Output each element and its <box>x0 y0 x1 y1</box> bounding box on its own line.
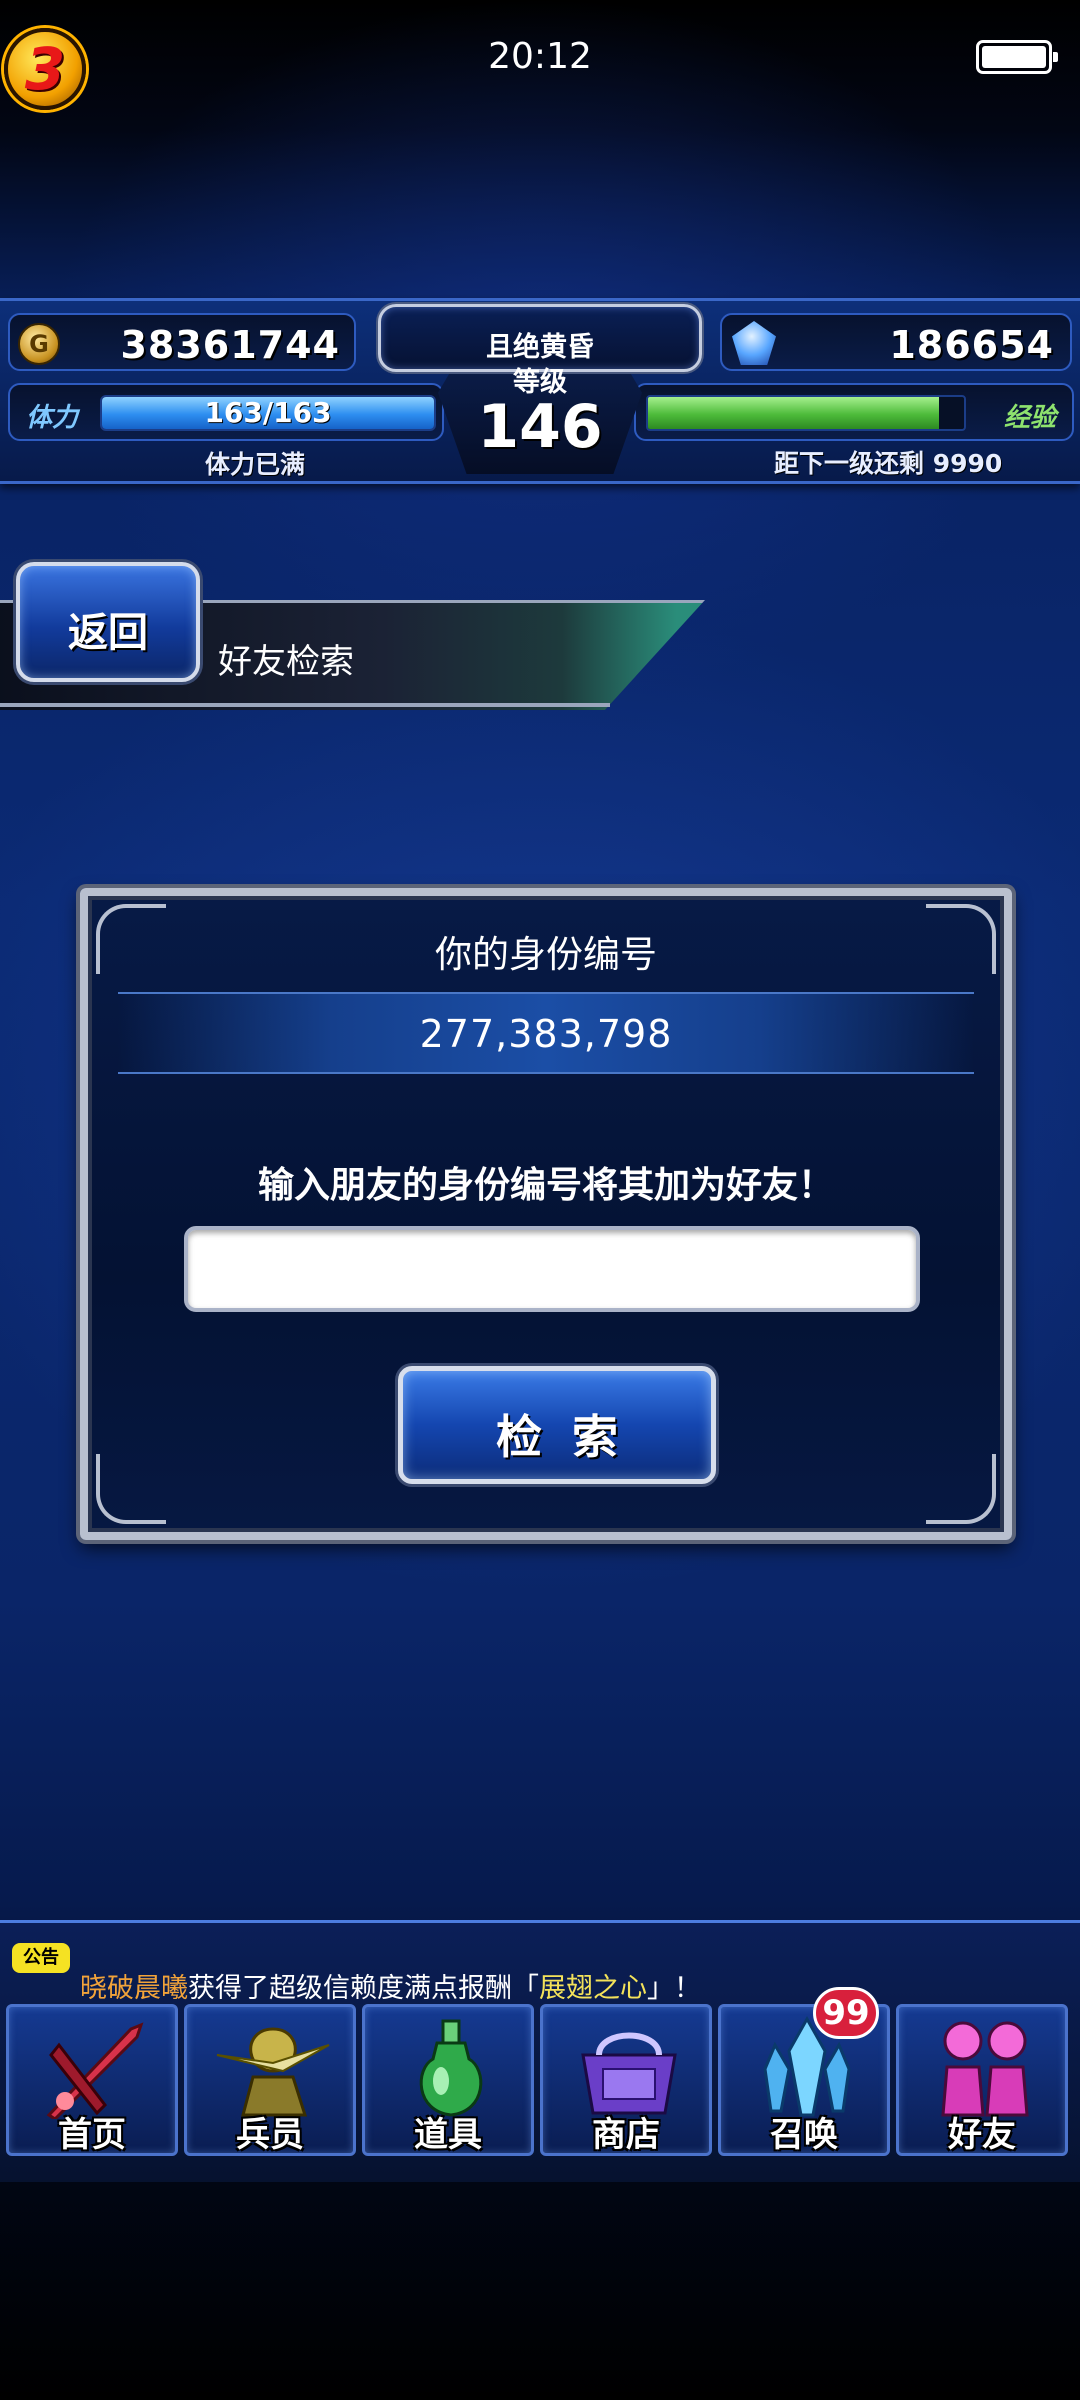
header-divider <box>0 703 610 707</box>
gil-counter: G 38361744 <box>8 313 356 371</box>
notice-ticker[interactable]: 晓破晨曦获得了超级信赖度满点报酬「展翅之心」！ <box>80 1966 701 2005</box>
level-plate[interactable]: 且绝黄昏 等级 146 <box>364 300 716 478</box>
nav-items-label: 道具 <box>414 2115 482 2155</box>
nav-units[interactable]: 兵员 <box>184 2004 356 2156</box>
stamina-label: 体力 <box>26 403 79 433</box>
level-value: 146 <box>477 392 603 462</box>
summon-count-badge: 99 <box>813 1987 879 2039</box>
gil-coin-icon: G <box>18 323 60 365</box>
nav-friends-label: 好友 <box>948 2115 1016 2155</box>
notice-reward-name: 展翅之心 <box>539 1973 647 2004</box>
my-id-value: 277,383,798 <box>419 1012 673 1056</box>
nav-home[interactable]: 首页 <box>6 2004 178 2156</box>
battery-icon <box>976 40 1058 74</box>
lapis-gem-icon <box>732 321 776 365</box>
gem-value: 186654 <box>889 323 1054 367</box>
back-button-label: 返回 <box>68 610 148 656</box>
friend-id-input[interactable] <box>184 1226 920 1312</box>
my-id-band: 277,383,798 <box>118 992 974 1074</box>
status-bar: 3 20:12 <box>0 0 1080 120</box>
notice-message: 获得了超级信赖度满点报酬「 <box>188 1973 539 2004</box>
potion-icon <box>419 2019 483 2117</box>
ornament-corner <box>926 1454 996 1524</box>
back-button[interactable]: 返回 <box>16 562 200 682</box>
gil-value: 38361744 <box>120 323 340 367</box>
app-badge-icon[interactable]: 3 <box>4 28 86 110</box>
unit-icon <box>216 2027 330 2117</box>
nav-friends[interactable]: 好友 <box>896 2004 1068 2156</box>
friend-search-dialog: 你的身份编号 277,383,798 输入朋友的身份编号将其加为好友！ 检索 <box>80 888 1012 1540</box>
exp-label: 经验 <box>1003 403 1056 433</box>
exp-remaining: 距下一级还剩 9990 <box>774 449 1003 478</box>
shop-icon <box>581 2032 677 2115</box>
search-prompt: 输入朋友的身份编号将其加为好友！ <box>257 1165 834 1206</box>
search-button-label: 检索 <box>496 1410 648 1464</box>
sword-icon <box>46 2022 144 2119</box>
notice-message-end: 」！ <box>647 1973 701 2004</box>
page-title: 好友检索 <box>218 642 354 682</box>
my-id-heading: 你的身份编号 <box>435 933 657 976</box>
nav-summon-label: 召唤 <box>770 2115 838 2155</box>
gem-counter: 186654 <box>720 313 1072 371</box>
nav-units-label: 兵员 <box>236 2115 304 2155</box>
search-button[interactable]: 检索 <box>398 1366 716 1484</box>
stamina-status: 体力已满 <box>205 450 306 479</box>
nav-items[interactable]: 道具 <box>362 2004 534 2156</box>
nav-shop[interactable]: 商店 <box>540 2004 712 2156</box>
notice-badge: 公告 <box>12 1943 70 1973</box>
status-clock: 20:12 <box>488 36 592 77</box>
player-title: 且绝黄昏 <box>486 332 594 363</box>
nav-home-label: 首页 <box>58 2115 126 2155</box>
notice-player-name: 晓破晨曦 <box>80 1973 188 2004</box>
nav-shop-label: 商店 <box>592 2115 660 2155</box>
nav-summon[interactable]: 召唤 99 <box>718 1987 890 2156</box>
friends-icon <box>941 2021 1029 2117</box>
ornament-corner <box>96 1454 166 1524</box>
